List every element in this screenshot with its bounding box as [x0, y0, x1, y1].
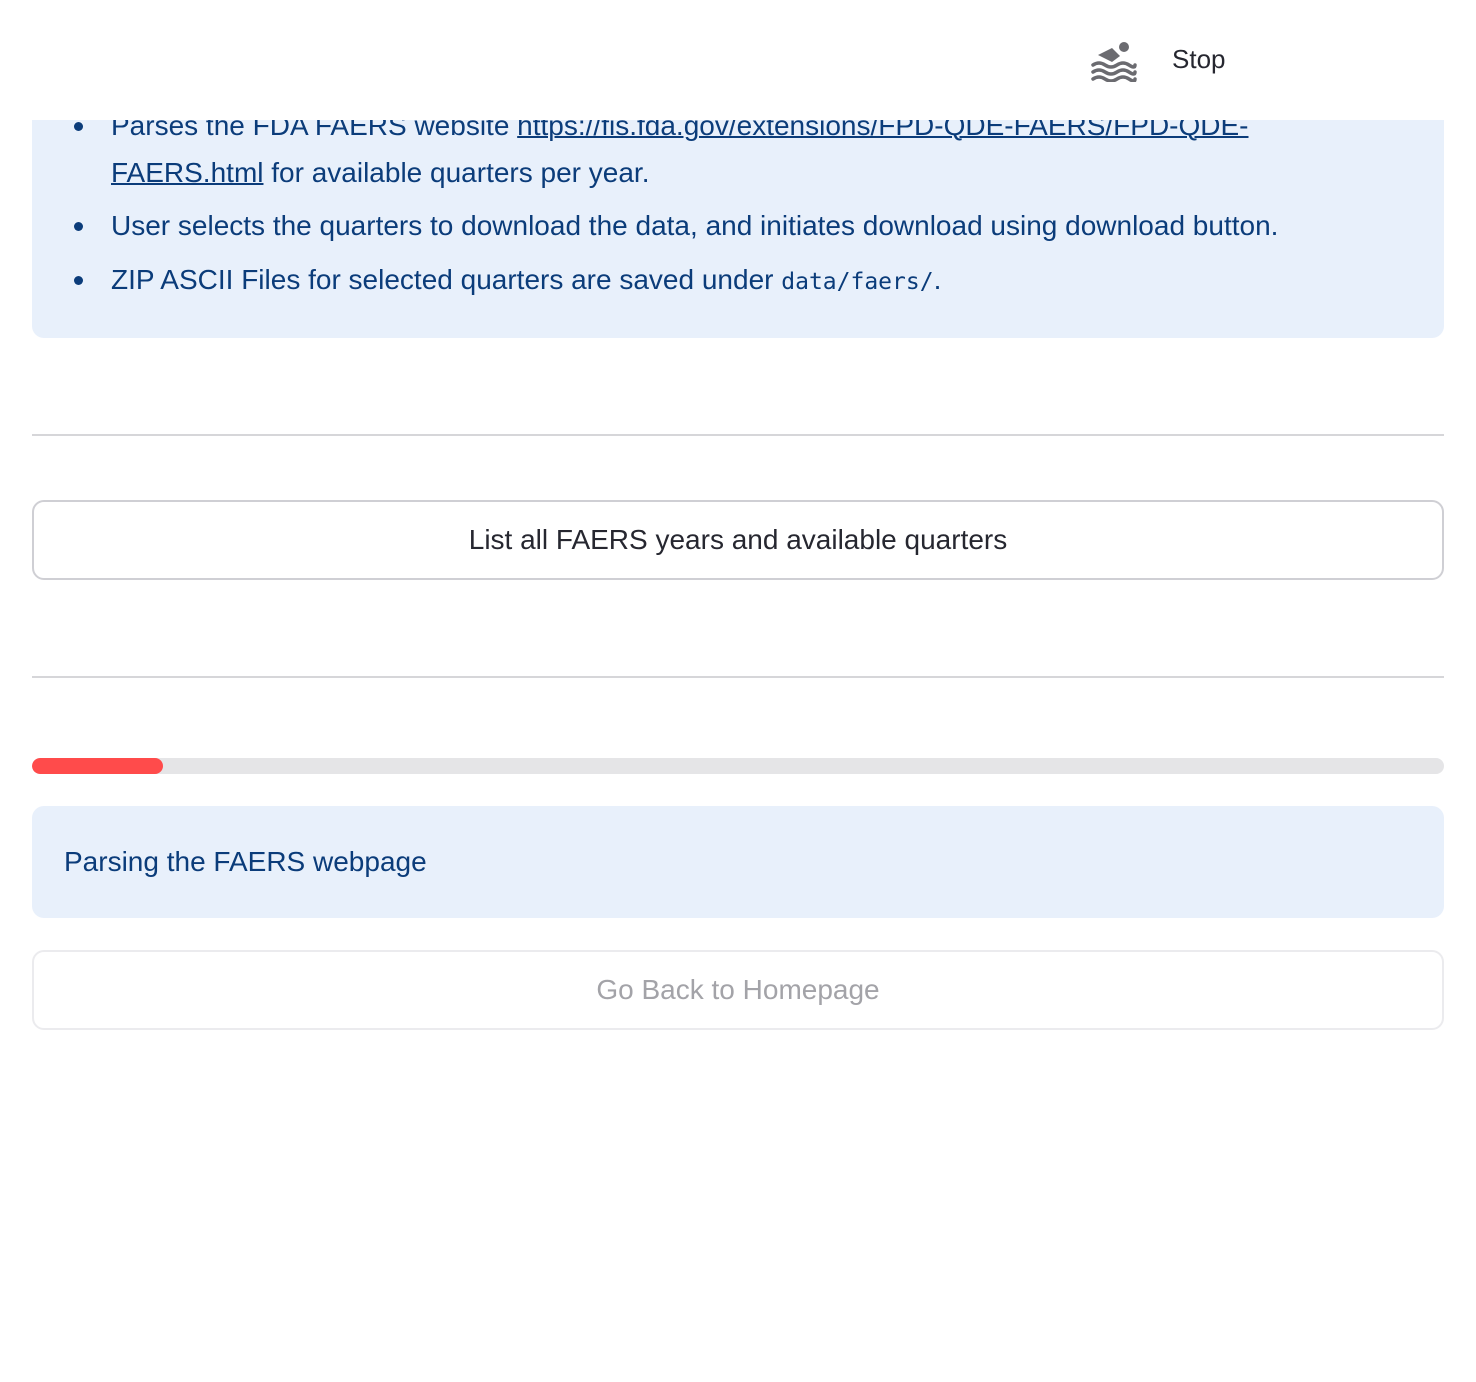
info-bullet-1-suffix: for available quarters per year.: [263, 157, 650, 188]
info-bullet-3-prefix: ZIP ASCII Files for selected quarters ar…: [111, 264, 782, 295]
divider: [32, 434, 1444, 436]
stop-button[interactable]: Stop: [1172, 44, 1226, 75]
swimmer-icon: [1090, 38, 1138, 83]
list-item: User selects the quarters to download th…: [32, 202, 1372, 249]
data-path-code: data/faers/: [781, 269, 934, 295]
go-back-home-button[interactable]: Go Back to Homepage: [32, 950, 1444, 1030]
info-list: Parses the FDA FAERS website https://fis…: [32, 102, 1372, 306]
info-bullet-3-suffix: .: [933, 264, 942, 295]
divider: [32, 676, 1444, 678]
list-faers-years-button[interactable]: List all FAERS years and available quart…: [32, 500, 1444, 580]
status-message: Parsing the FAERS webpage: [32, 806, 1444, 918]
info-bullet-2-text: User selects the quarters to download th…: [111, 210, 1279, 241]
progress-bar: [32, 758, 1444, 774]
progress-bar-fill: [32, 758, 164, 774]
app-main: Parses the FDA FAERS website https://fis…: [0, 0, 1476, 1382]
list-item: ZIP ASCII Files for selected quarters ar…: [32, 256, 1372, 306]
status-header: Stop: [0, 0, 1476, 120]
